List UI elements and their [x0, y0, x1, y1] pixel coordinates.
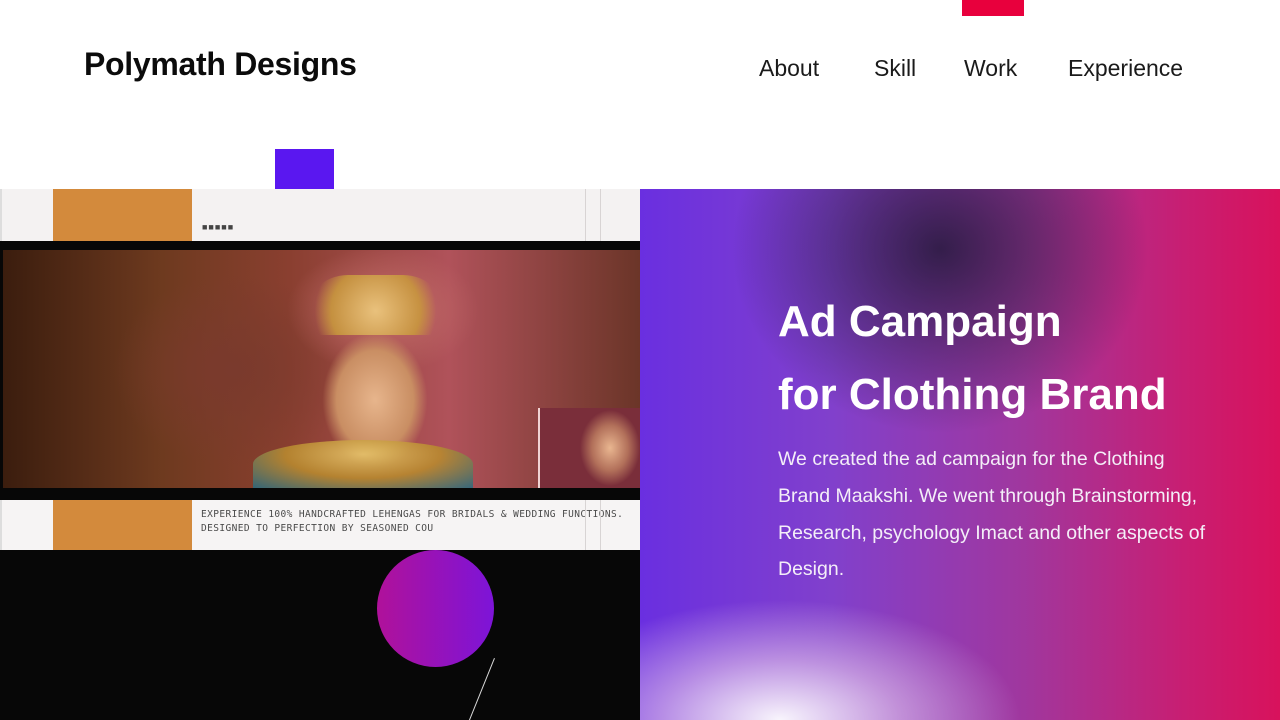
mockup-orange-block	[53, 189, 192, 241]
photo-inset-thumbnail	[538, 408, 640, 488]
project-showcase: ■■■■■ EXPERIENCE 100% HANDCRAFTED LEHENG…	[0, 189, 640, 720]
site-header: Polymath Designs About Skill Work Experi…	[0, 0, 1280, 189]
nav-link-skill[interactable]: Skill	[874, 55, 916, 87]
project-description: We created the ad campaign for the Cloth…	[778, 448, 1206, 581]
mockup-divider	[585, 500, 586, 550]
mockup-caption-line: DESIGNED TO PERFECTION BY SEASONED COU	[201, 523, 434, 534]
mockup-caption: EXPERIENCE 100% HANDCRAFTED LEHENGAS FOR…	[201, 508, 623, 536]
mockup-orange-block	[53, 500, 192, 550]
mockup-divider	[600, 500, 601, 550]
accent-red-tab	[962, 0, 1024, 16]
site-logo[interactable]: Polymath Designs	[84, 46, 357, 83]
decorative-gradient-circle	[377, 550, 494, 667]
accent-violet-square	[275, 149, 334, 189]
mockup-top-strip: ■■■■■	[0, 189, 640, 241]
mockup-divider	[600, 189, 601, 241]
project-info-panel: Ad Campaign for Clothing Brand We create…	[640, 189, 1280, 720]
decorative-line	[467, 658, 495, 720]
bridal-campaign-photo	[3, 250, 640, 488]
project-title-line: for Clothing Brand	[778, 370, 1167, 419]
nav-link-experience[interactable]: Experience	[1068, 55, 1183, 87]
carousel-dots: ■■■■■	[202, 222, 235, 232]
bridal-necklace	[253, 440, 473, 488]
nav-link-about[interactable]: About	[759, 55, 819, 87]
mockup-caption-line: EXPERIENCE 100% HANDCRAFTED LEHENGAS FOR…	[201, 509, 624, 520]
project-title: Ad Campaign for Clothing Brand	[778, 285, 1278, 431]
maang-tikka-jewelry	[303, 275, 448, 335]
nav-link-work[interactable]: Work	[964, 55, 1017, 87]
mockup-bottom-strip: EXPERIENCE 100% HANDCRAFTED LEHENGAS FOR…	[0, 500, 640, 550]
project-title-line: Ad Campaign	[778, 297, 1062, 346]
mockup-divider	[585, 189, 586, 241]
